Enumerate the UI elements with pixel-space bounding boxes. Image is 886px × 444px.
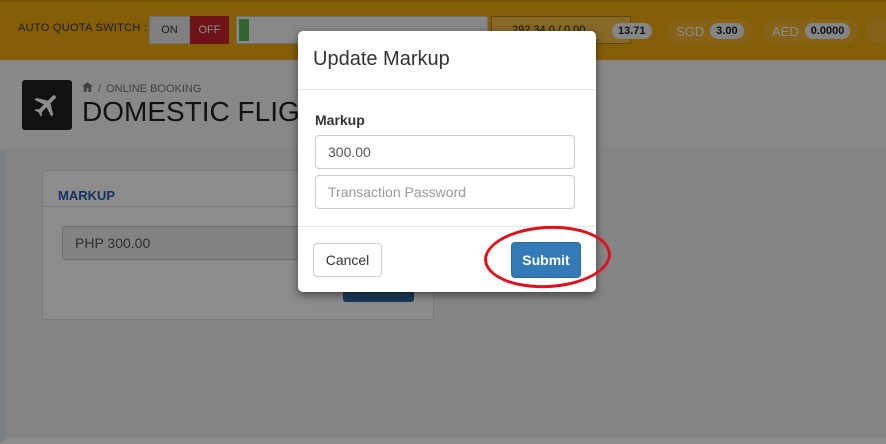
cancel-button[interactable]: Cancel — [313, 243, 382, 277]
modal-title: Update Markup — [313, 48, 450, 70]
transaction-password-input[interactable] — [315, 175, 575, 209]
markup-input[interactable] — [315, 135, 575, 169]
markup-label: Markup — [315, 112, 365, 128]
modal-body: Markup — [298, 90, 596, 227]
modal-header: Update Markup — [298, 31, 596, 90]
